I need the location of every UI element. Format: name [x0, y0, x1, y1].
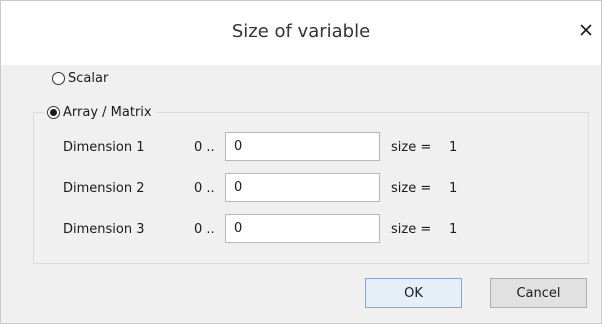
array-matrix-radio-label: Array / Matrix	[63, 105, 152, 120]
array-matrix-radio-circle	[47, 106, 60, 119]
ok-button[interactable]: OK	[365, 278, 462, 308]
dimension-2-size-label: size =	[391, 181, 432, 196]
scalar-radio-circle	[52, 72, 65, 85]
title-bar: Size of variable	[1, 1, 601, 65]
dimension-3-size-label: size =	[391, 222, 432, 237]
close-icon	[580, 24, 592, 36]
cancel-button[interactable]: Cancel	[490, 278, 587, 308]
close-button[interactable]	[573, 15, 599, 45]
array-matrix-radio[interactable]: Array / Matrix	[45, 105, 156, 120]
scalar-radio[interactable]: Scalar	[52, 71, 108, 86]
dimension-2-range-prefix: 0 ..	[194, 181, 215, 196]
dimension-3-label: Dimension 3	[63, 222, 145, 237]
dimension-3-range-prefix: 0 ..	[194, 222, 215, 237]
dimension-1-size-label: size =	[391, 140, 432, 155]
dimension-2-input[interactable]	[225, 173, 380, 202]
dialog-title: Size of variable	[231, 21, 371, 42]
dimension-2-label: Dimension 2	[63, 181, 145, 196]
dimension-1-range-prefix: 0 ..	[194, 140, 215, 155]
dimension-3-size-value: 1	[449, 222, 458, 237]
size-of-variable-dialog: Size of variable Scalar Array / Matrix D…	[0, 0, 602, 324]
dimension-2-size-value: 1	[449, 181, 458, 196]
dimension-3-input[interactable]	[225, 214, 380, 243]
dimension-1-size-value: 1	[449, 140, 458, 155]
scalar-radio-label: Scalar	[68, 71, 109, 86]
dimension-1-label: Dimension 1	[63, 140, 145, 155]
dimension-1-input[interactable]	[225, 132, 380, 161]
